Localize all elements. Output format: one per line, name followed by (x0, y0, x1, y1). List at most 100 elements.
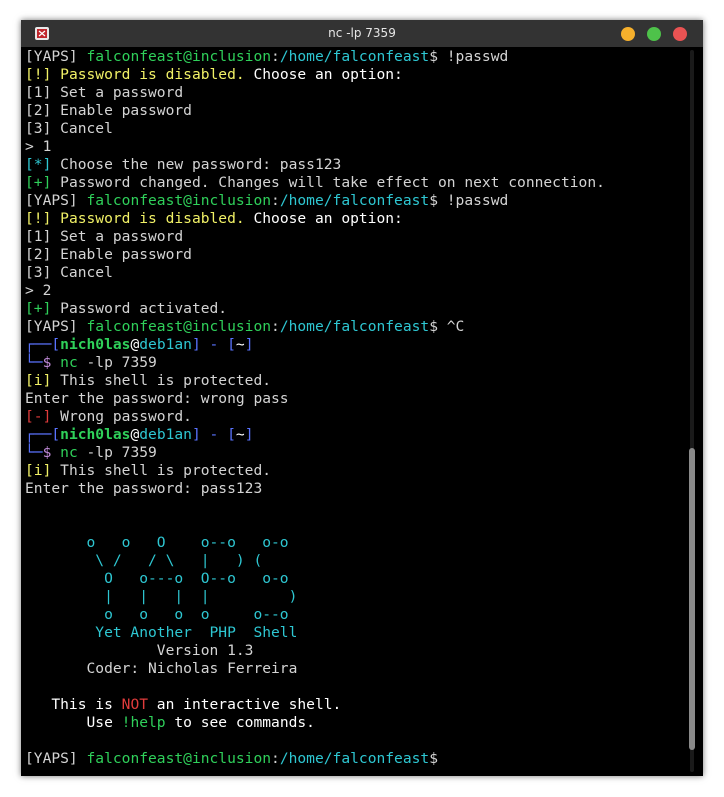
close-button[interactable] (673, 27, 687, 41)
terminal-text-segment: [3] Cancel (25, 264, 113, 281)
terminal-text-segment: Coder: Nicholas Ferreira (25, 660, 298, 677)
terminal-line: ┌──[nich0las@deb1an] - [~] (25, 336, 685, 354)
title-bar[interactable]: nc -lp 7359 (21, 20, 703, 47)
terminal-text-segment: Wrong password. (60, 408, 192, 425)
terminal-text-segment: Password changed. Changes will take effe… (60, 174, 605, 191)
terminal-text-segment: /home/falconfeast (279, 750, 430, 767)
terminal-text-segment: This shell is protected. (60, 462, 272, 479)
terminal-line: └─$ nc -lp 7359 (25, 444, 685, 462)
terminal-line: > 1 (25, 138, 685, 156)
terminal-text-segment: -lp 7359 (77, 444, 157, 461)
terminal-line: [!] Password is disabled. Choose an opti… (25, 66, 685, 84)
terminal-text-segment: [i] (25, 372, 61, 389)
terminal-text-segment: ┌──[ (25, 426, 61, 443)
terminal-text-segment: -lp 7359 (77, 354, 157, 371)
terminal-text-segment: [YAPS] (25, 750, 87, 767)
terminal-text-segment: > 2 (25, 282, 52, 299)
terminal-line: [i] This shell is protected. (25, 372, 685, 390)
terminal-text-segment: !help (121, 714, 166, 731)
terminal-text-segment: [1] Set a password (25, 84, 184, 101)
terminal-line: [*] Choose the new password: pass123 (25, 156, 685, 174)
terminal-text-segment: [YAPS] (25, 48, 87, 65)
terminal-text-segment: This shell is protected. (60, 372, 272, 389)
terminal-text-segment: [3] Cancel (25, 120, 113, 137)
terminal-text-segment: ~ (235, 426, 245, 443)
scrollbar-thumb[interactable] (689, 448, 695, 750)
terminal-text-segment: Version 1.3 (25, 642, 254, 659)
terminal-text-segment: $ (429, 750, 438, 767)
terminal-line: [YAPS] falconfeast@inclusion:/home/falco… (25, 750, 685, 768)
terminal-line: [i] This shell is protected. (25, 462, 685, 480)
terminal-output[interactable]: [YAPS] falconfeast@inclusion:/home/falco… (25, 48, 685, 776)
terminal-text-segment: | | | | ) (25, 588, 298, 605)
terminal-text-segment: /home/falconfeast (279, 192, 430, 209)
maximize-button[interactable] (647, 27, 661, 41)
terminal-line: [3] Cancel (25, 264, 685, 282)
terminal-text-segment: [2] Enable password (25, 102, 192, 119)
terminal-text-segment: nc (60, 354, 78, 371)
terminal-text-segment: [YAPS] (25, 192, 87, 209)
terminal-line: Version 1.3 (25, 642, 685, 660)
terminal-line: [YAPS] falconfeast@inclusion:/home/falco… (25, 48, 685, 66)
terminal-text-segment: This is (25, 696, 122, 713)
terminal-text-segment: : (271, 318, 280, 335)
terminal-text-segment: Yet Another PHP Shell (25, 624, 298, 641)
terminal-line: This is NOT an interactive shell. (25, 696, 685, 714)
terminal-text-segment: [!] (25, 210, 61, 227)
terminal-text-segment: deb1an (139, 426, 192, 443)
terminal-text-segment: ] (244, 336, 254, 353)
terminal-text-segment: nc (60, 444, 78, 461)
terminal-line: Use !help to see commands. (25, 714, 685, 732)
terminal-text-segment: └─ (25, 444, 43, 461)
terminal-text-segment: [i] (25, 462, 61, 479)
terminal-line: [YAPS] falconfeast@inclusion:/home/falco… (25, 192, 685, 210)
terminal-text-segment: $ !passwd (429, 192, 509, 209)
terminal-text-segment: /home/falconfeast (279, 48, 430, 65)
terminal-text-segment: ] - [ (191, 426, 236, 443)
terminal-text-segment: @ (130, 426, 140, 443)
terminal-line: [1] Set a password (25, 228, 685, 246)
terminal-text-segment: [2] Enable password (25, 246, 192, 263)
terminal-text-segment: falconfeast@inclusion (86, 48, 272, 65)
terminal-text-segment: Choose an option: (244, 210, 403, 227)
terminal-text-segment: \ / / \ | ) ( (25, 552, 263, 569)
terminal-text-segment: /home/falconfeast (279, 318, 430, 335)
terminal-text-segment: o o o o o--o (25, 606, 289, 623)
terminal-window: nc -lp 7359 [YAPS] falconfeast@inclusion… (21, 20, 703, 776)
terminal-text-segment: falconfeast@inclusion (86, 750, 272, 767)
vertical-scrollbar[interactable] (688, 50, 696, 772)
terminal-line: [YAPS] falconfeast@inclusion:/home/falco… (25, 318, 685, 336)
terminal-text-segment: [+] (25, 174, 61, 191)
terminal-line: [2] Enable password (25, 246, 685, 264)
terminal-text-segment: [!] (25, 66, 61, 83)
terminal-text-segment: Password is disabled. (60, 210, 245, 227)
terminal-line: [3] Cancel (25, 120, 685, 138)
minimize-button[interactable] (621, 27, 635, 41)
terminal-text-segment: : (271, 750, 280, 767)
terminal-text-segment: ] - [ (191, 336, 236, 353)
terminal-text-segment: Password activated. (60, 300, 228, 317)
terminal-text-segment: └─ (25, 354, 43, 371)
terminal-text-segment: to see commands. (165, 714, 315, 731)
terminal-line: > 2 (25, 282, 685, 300)
terminal-line: Enter the password: pass123 (25, 480, 685, 498)
terminal-text-segment: > 1 (25, 138, 52, 155)
terminal-line: [+] Password changed. Changes will take … (25, 174, 685, 192)
terminal-text-segment: [1] Set a password (25, 228, 184, 245)
terminal-text-segment: [YAPS] (25, 318, 87, 335)
terminal-text-segment: an interactive shell. (148, 696, 342, 713)
terminal-text-segment: Choose an option: (244, 66, 403, 83)
terminal-text-segment: Enter the password: pass123 (25, 480, 263, 497)
terminal-text-segment: ┌──[ (25, 336, 61, 353)
terminal-text-segment: : (271, 48, 280, 65)
terminal-text-segment: falconfeast@inclusion (86, 318, 272, 335)
terminal-text-segment: ~ (235, 336, 245, 353)
terminal-text-segment: [*] (25, 156, 61, 173)
terminal-line: o o o o o--o (25, 606, 685, 624)
terminal-line: [2] Enable password (25, 102, 685, 120)
terminal-line: Enter the password: wrong pass (25, 390, 685, 408)
terminal-text-segment: $ ^C (429, 318, 465, 335)
